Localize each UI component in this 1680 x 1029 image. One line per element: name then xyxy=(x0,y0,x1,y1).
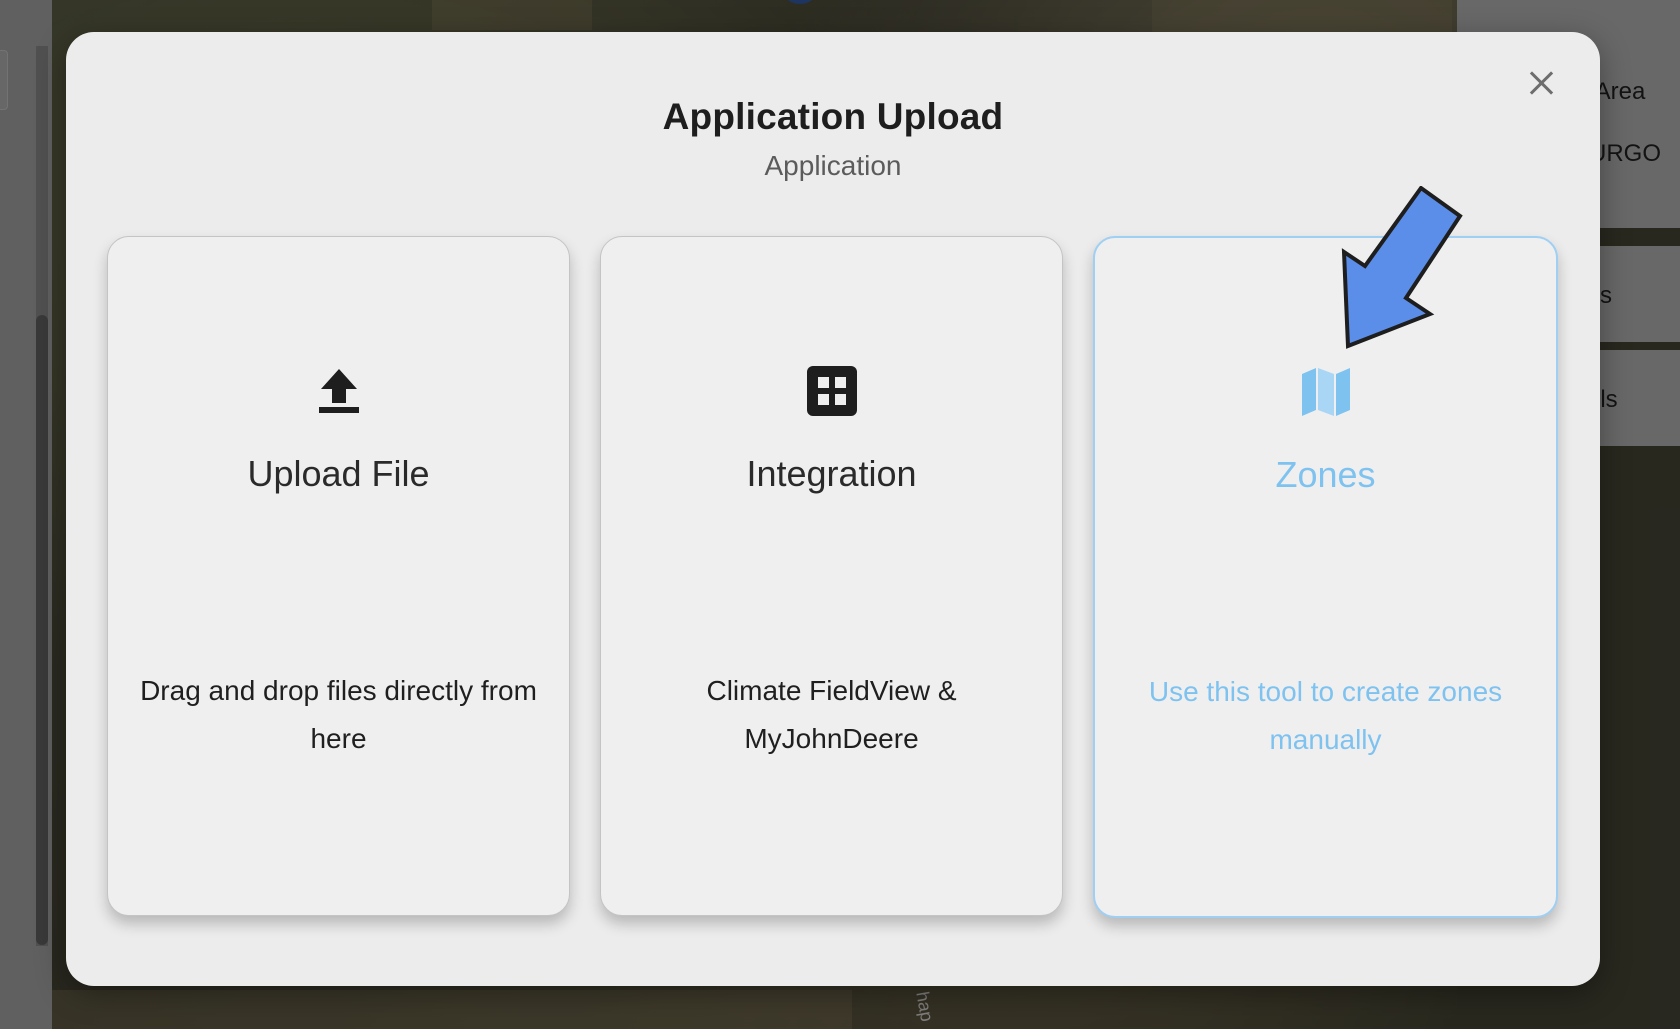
app-stage: hap l Area URGO s ils Application Upload… xyxy=(0,0,1680,1029)
option-description: Climate FieldView & MyJohnDeere xyxy=(706,675,957,754)
grid-icon xyxy=(806,366,857,416)
modal-subtitle: Application xyxy=(764,150,902,181)
option-description: Drag and drop files directly from here xyxy=(140,675,537,754)
upload-file-option[interactable]: Upload File Drag and drop files directly… xyxy=(107,236,570,916)
upload-options: Upload File Drag and drop files directly… xyxy=(107,236,1565,936)
zones-option[interactable]: Zones Use this tool to create zones manu… xyxy=(1093,236,1558,918)
upload-icon xyxy=(318,369,359,413)
option-title: Integration xyxy=(746,453,917,494)
option-description: Use this tool to create zones manually xyxy=(1148,676,1503,755)
option-title: Upload File xyxy=(247,453,430,494)
option-title: Zones xyxy=(1275,454,1376,495)
map-icon xyxy=(1301,368,1350,416)
modal-title: Application Upload xyxy=(662,96,1004,137)
integration-option[interactable]: Integration Climate FieldView & MyJohnDe… xyxy=(600,236,1063,916)
close-icon[interactable] xyxy=(1519,62,1563,106)
application-upload-modal: Application Upload Application Upload Fi… xyxy=(66,32,1600,986)
